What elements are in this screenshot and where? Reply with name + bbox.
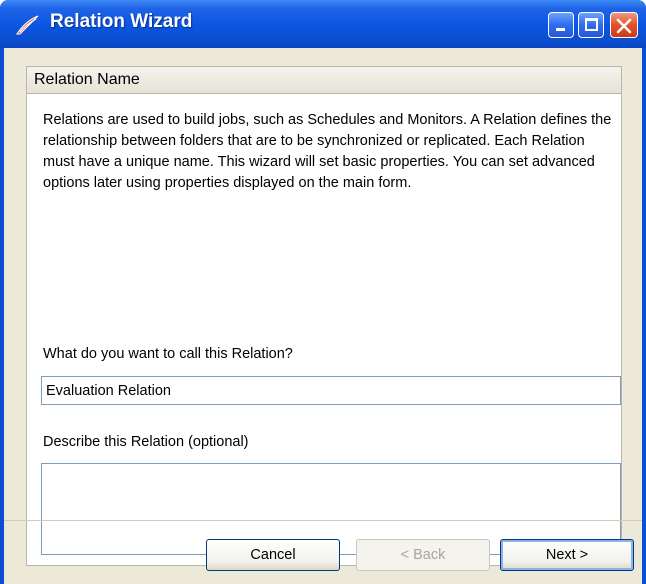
close-button[interactable]: [610, 12, 638, 38]
minimize-icon: [556, 28, 565, 31]
name-field-label: What do you want to call this Relation?: [43, 346, 293, 362]
back-button[interactable]: < Back: [356, 539, 490, 571]
description-text: Relations are used to build jobs, such a…: [43, 112, 612, 191]
next-button[interactable]: Next >: [500, 539, 634, 571]
content-panel: Relations are used to build jobs, such a…: [26, 94, 622, 566]
relation-wizard-window: Relation Wizard Relation Name Relations …: [0, 0, 646, 584]
wizard-client-area: Relation Name Relations are used to buil…: [4, 48, 642, 584]
app-logo-icon: [14, 14, 40, 36]
title-bar[interactable]: Relation Wizard: [0, 0, 646, 48]
close-icon: [616, 18, 632, 34]
section-title: Relation Name: [34, 71, 140, 88]
cancel-button[interactable]: Cancel: [206, 539, 340, 571]
relation-name-input[interactable]: [41, 376, 621, 405]
maximize-button[interactable]: [578, 12, 604, 38]
window-title: Relation Wizard: [50, 11, 193, 32]
section-header: Relation Name: [26, 66, 622, 94]
description-field-label: Describe this Relation (optional): [43, 434, 249, 450]
footer-divider: [4, 520, 642, 521]
maximize-icon: [585, 18, 598, 31]
minimize-button[interactable]: [548, 12, 574, 38]
